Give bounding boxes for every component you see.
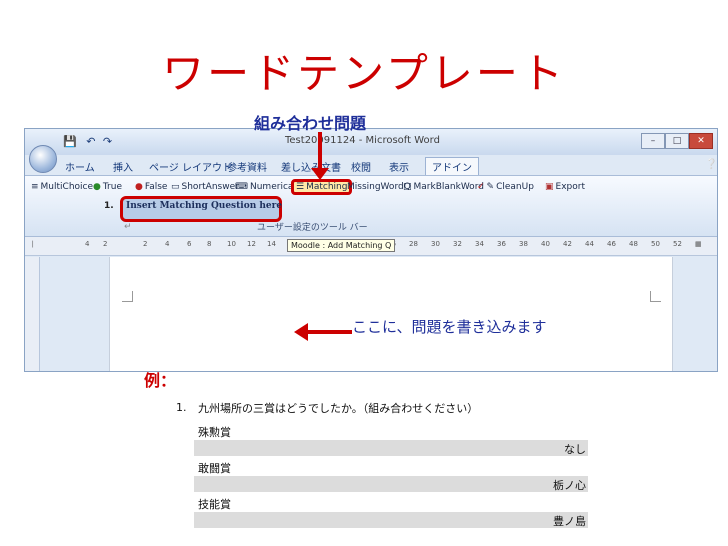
- true-button[interactable]: ● True: [93, 182, 122, 192]
- arrow-down-shape: [318, 132, 322, 172]
- callout-label: 組み合わせ問題: [254, 114, 367, 133]
- matching-button[interactable]: ☰ Matching: [291, 179, 353, 195]
- example-answer: 栃ノ心: [553, 479, 586, 492]
- document-page[interactable]: [109, 257, 673, 371]
- export-button[interactable]: ▣ Export: [545, 182, 585, 192]
- ruler-number: 40: [541, 240, 550, 248]
- false-button[interactable]: ● False: [135, 182, 167, 192]
- example-prize: 敢闘賞: [198, 462, 231, 475]
- example-answer: なし: [564, 443, 586, 456]
- quick-access-toolbar: 💾 ↶ ↷: [63, 135, 112, 148]
- ruler-number: 2: [103, 240, 108, 248]
- numerical-button[interactable]: ⌨ Numerical: [235, 182, 296, 192]
- check-icon: ●: [93, 182, 101, 192]
- ruler-tooltip: Moodle : Add Matching Q: [287, 239, 396, 252]
- ruler-number: 30: [431, 240, 440, 248]
- multichoice-button[interactable]: ≡ MultiChoice: [31, 182, 93, 192]
- export-icon: ▣: [545, 182, 554, 192]
- example-answer-row: なし: [194, 440, 588, 456]
- maximize-button[interactable]: □: [665, 133, 689, 149]
- example-question: 九州場所の三賞はどうでしたか。（組み合わせください）: [198, 402, 479, 415]
- arrow-down-head: [311, 168, 329, 180]
- example-answer-row: 栃ノ心: [194, 476, 588, 492]
- ruler-number: 48: [629, 240, 638, 248]
- ruler-number: 52: [673, 240, 682, 248]
- ruler-number: 42: [563, 240, 572, 248]
- ruler-number: 32: [453, 240, 462, 248]
- arrow-left-shape: [306, 330, 352, 334]
- numerical-icon: ⌨: [235, 182, 248, 192]
- tab-review[interactable]: 校閲: [351, 159, 371, 174]
- close-button[interactable]: ✕: [689, 133, 713, 149]
- example-prize: 技能賞: [198, 498, 231, 511]
- tab-home[interactable]: ホーム: [65, 159, 95, 174]
- line-icon: ▭: [171, 182, 180, 192]
- tab-page-layout[interactable]: ページ レイアウト: [149, 159, 232, 174]
- window-title: Test20091124 - Microsoft Word: [285, 135, 440, 146]
- question-placeholder[interactable]: Insert Matching Question here: [126, 201, 282, 211]
- ruler-number: 8: [207, 240, 212, 248]
- arrow-left-head: [294, 323, 308, 341]
- broom-icon: ✓: [477, 182, 485, 192]
- save-icon[interactable]: 💾: [63, 135, 77, 148]
- ruler-number: 2: [143, 240, 148, 248]
- minimize-button[interactable]: –: [641, 133, 665, 149]
- ruler-number: 10: [227, 240, 236, 248]
- ruler-number: 28: [409, 240, 418, 248]
- ruler-number: 38: [519, 240, 528, 248]
- tab-view[interactable]: 表示: [389, 159, 409, 174]
- example-label: 例：: [144, 371, 177, 390]
- ruler-number: 36: [497, 240, 506, 248]
- ruler-number: 14: [267, 240, 276, 248]
- ruler-number: 46: [607, 240, 616, 248]
- markblankword-button[interactable]: □ MarkBlankWord: [403, 182, 484, 192]
- example-question-number: 1.: [176, 401, 187, 414]
- undo-icon[interactable]: ↶: [86, 135, 95, 148]
- ruler-number: 12: [247, 240, 256, 248]
- ruler-number: 50: [651, 240, 660, 248]
- tab-insert[interactable]: 挿入: [113, 159, 133, 174]
- example-answer-row: 豊ノ島: [194, 512, 588, 528]
- example-answer: 豊ノ島: [553, 515, 586, 528]
- margin-corner: [122, 291, 133, 302]
- margin-corner: [650, 291, 661, 302]
- redo-icon[interactable]: ↷: [103, 135, 112, 148]
- cross-icon: ●: [135, 182, 143, 192]
- matching-icon: ☰: [296, 182, 305, 192]
- ruler-toggle-icon[interactable]: ▦: [695, 240, 702, 248]
- ruler-number: 4: [165, 240, 170, 248]
- tab-selector-icon[interactable]: ∣: [31, 240, 35, 248]
- missingwordq-button[interactable]: MissingWordQ: [347, 182, 411, 192]
- vertical-ruler[interactable]: [25, 257, 40, 371]
- blank-box-icon: □: [403, 182, 412, 192]
- paragraph-mark-icon: ↵: [124, 222, 132, 232]
- help-icon[interactable]: ❔: [705, 159, 717, 170]
- tab-references[interactable]: 参考資料: [227, 159, 267, 174]
- ruler-number: 6: [187, 240, 192, 248]
- example-prize: 殊勲賞: [198, 426, 231, 439]
- note-text: ここに、問題を書き込みます: [352, 318, 547, 336]
- tab-addins[interactable]: アドイン: [425, 157, 479, 175]
- office-button[interactable]: [29, 145, 57, 173]
- ruler-number: 4: [85, 240, 90, 248]
- ruler-number: 44: [585, 240, 594, 248]
- pencil-icon: ✎: [486, 182, 495, 192]
- ruler-number: 34: [475, 240, 484, 248]
- cleanup-button[interactable]: ✓ ✎ CleanUp: [477, 182, 534, 192]
- slide-title: ワードテンプレート: [162, 49, 566, 98]
- list-icon: ≡: [31, 182, 39, 192]
- question-number: 1.: [104, 201, 114, 211]
- shortanswer-button[interactable]: ▭ ShortAnswer: [171, 182, 239, 192]
